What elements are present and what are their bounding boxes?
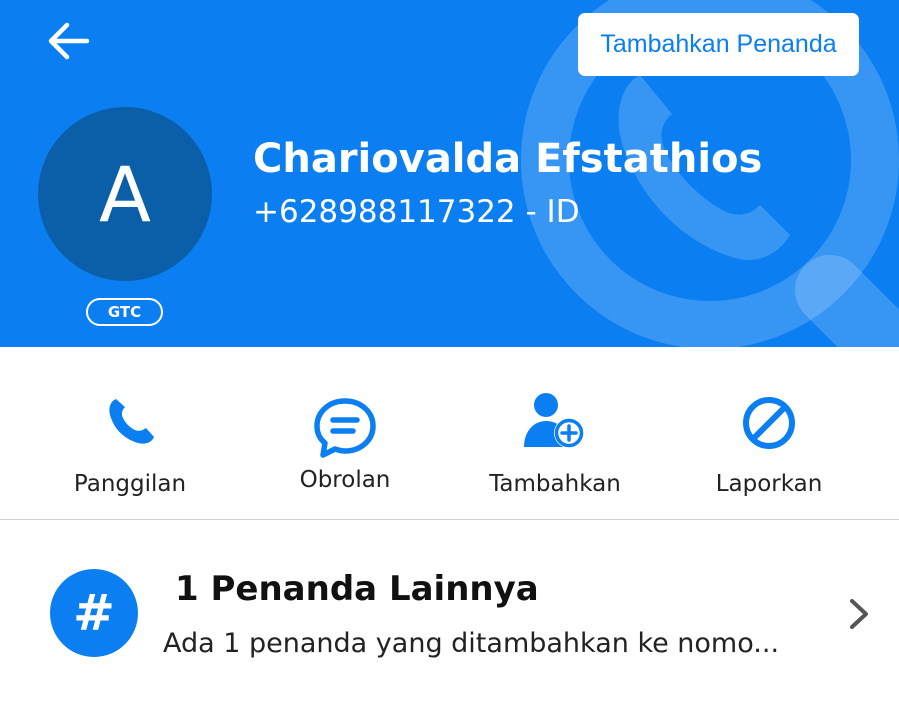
back-button[interactable] — [40, 18, 96, 64]
report-button[interactable]: Laporkan — [669, 347, 869, 520]
gtc-badge: GTC — [86, 298, 163, 326]
add-person-icon — [524, 393, 584, 448]
call-label: Panggilan — [73, 471, 187, 497]
block-icon — [743, 397, 795, 449]
chat-label: Obrolan — [299, 467, 391, 493]
chat-bubble-icon — [314, 398, 376, 458]
avatar: A — [38, 107, 212, 281]
other-tags-title: 1 Penanda Lainnya — [175, 569, 539, 609]
add-tag-button[interactable]: Tambahkan Penanda — [578, 13, 859, 76]
other-tags-row[interactable]: # 1 Penanda Lainnya Ada 1 penanda yang d… — [0, 521, 899, 702]
action-bar: Panggilan Obrolan Tambahkan Laporkan — [0, 347, 899, 520]
add-contact-button[interactable]: Tambahkan — [455, 347, 655, 520]
contact-phone: +628988117322 - ID — [253, 194, 580, 230]
profile-header: Tambahkan Penanda A GTC Chariovalda Efst… — [0, 0, 899, 347]
report-label: Laporkan — [715, 471, 823, 497]
phone-icon — [109, 399, 154, 444]
hashtag-icon: # — [50, 569, 138, 657]
chat-button[interactable]: Obrolan — [245, 347, 445, 520]
chevron-right-icon — [850, 599, 868, 629]
arrow-left-icon — [48, 22, 90, 60]
call-button[interactable]: Panggilan — [30, 347, 230, 520]
contact-name: Chariovalda Efstathios — [253, 136, 763, 182]
other-tags-description: Ada 1 penanda yang ditambahkan ke nomo..… — [163, 628, 780, 659]
add-contact-label: Tambahkan — [489, 471, 621, 497]
